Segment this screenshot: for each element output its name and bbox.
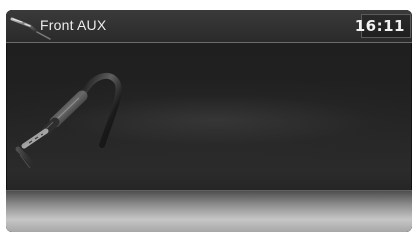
aux-screen: Front AUX 16:11 bbox=[6, 10, 412, 232]
bottom-band bbox=[6, 190, 412, 232]
aux-plug-cable-icon bbox=[10, 64, 130, 194]
clock: 16:11 bbox=[354, 17, 405, 35]
source-title: Front AUX bbox=[40, 17, 107, 33]
top-bar: Front AUX 16:11 bbox=[6, 10, 412, 43]
clock-box: 16:11 bbox=[355, 14, 411, 38]
